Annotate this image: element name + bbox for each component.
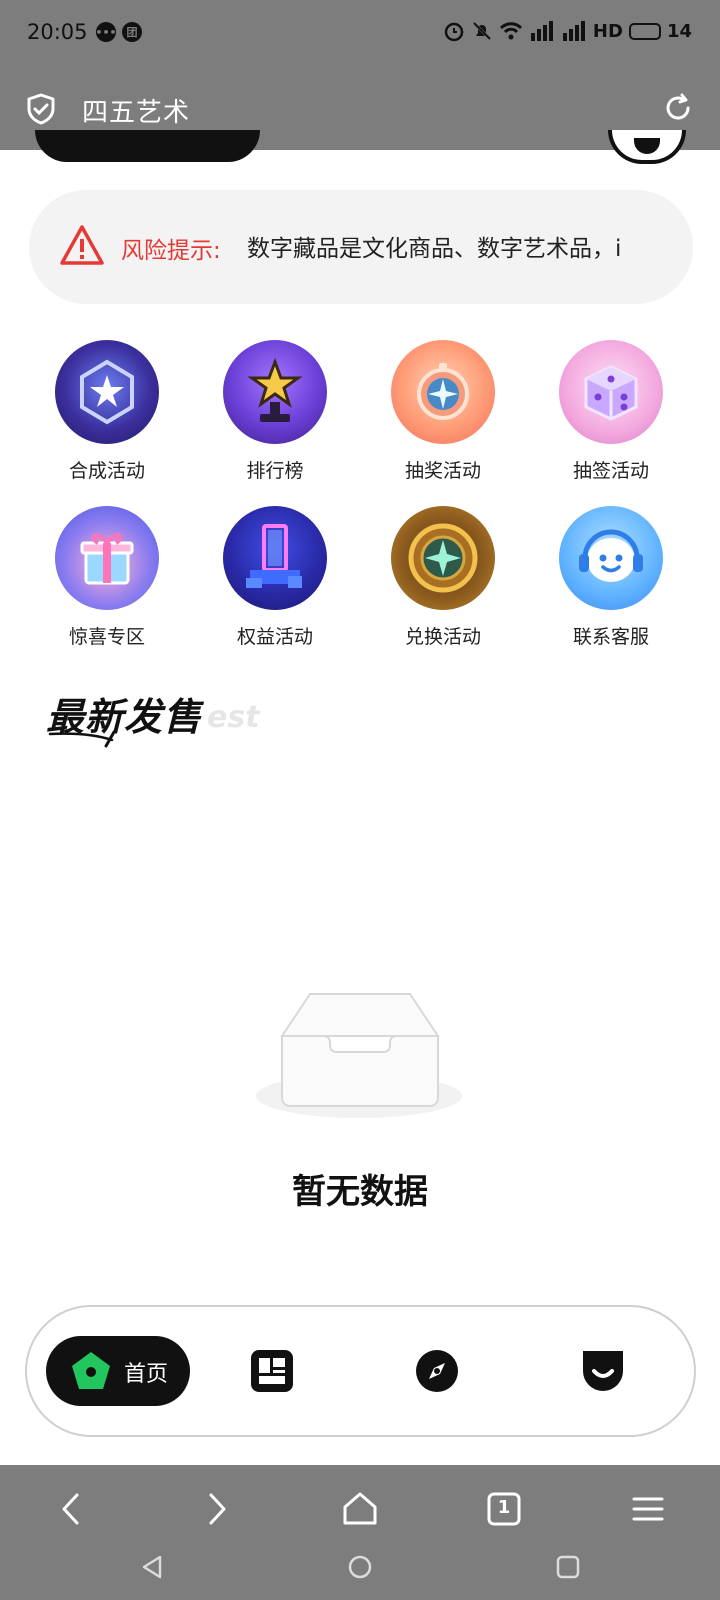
- tabs-button[interactable]: 1: [484, 1489, 524, 1529]
- risk-notice[interactable]: 风险提示: 数字藏品是文化商品、数字艺术品，i: [29, 190, 693, 304]
- quick-item-service[interactable]: 联系客服: [527, 506, 695, 652]
- back-icon[interactable]: [52, 1489, 92, 1529]
- quick-menu-grid: 合成活动 排行榜 抽奖活动 抽签活动 惊喜专区 权益活动 兑换活动 联系客服: [23, 340, 695, 652]
- browser-toolbar: 1: [0, 1465, 720, 1600]
- warning-icon: [60, 225, 104, 265]
- medal-icon: [391, 506, 495, 610]
- gift-icon: [55, 506, 159, 610]
- battery-level: 14: [666, 20, 692, 42]
- empty-state-text: 暂无数据: [292, 1172, 428, 1212]
- alarm-icon: [444, 22, 464, 42]
- status-bar: 20:05 ••• 团 HD 14: [0, 0, 720, 68]
- risk-label: 风险提示:: [121, 238, 221, 264]
- market-icon[interactable]: [250, 1349, 294, 1393]
- home-nav-icon[interactable]: [340, 1489, 380, 1529]
- quick-item-rights[interactable]: 权益活动: [191, 506, 359, 652]
- battery-icon: [628, 22, 661, 40]
- banner-edge: [608, 130, 686, 164]
- menu-icon[interactable]: [628, 1489, 668, 1529]
- shield-icon[interactable]: [24, 92, 58, 126]
- quick-item-label: 惊喜专区: [68, 626, 145, 648]
- forward-icon[interactable]: [196, 1489, 236, 1529]
- swoosh-decoration: [48, 730, 116, 748]
- app-icon: 团: [122, 22, 142, 42]
- portal-icon: [223, 506, 327, 610]
- bottom-nav: 首页: [25, 1305, 696, 1437]
- quick-item-lottery[interactable]: 抽奖活动: [359, 340, 527, 486]
- nav-home-button[interactable]: 首页: [46, 1336, 190, 1406]
- quick-item-label: 排行榜: [246, 460, 304, 482]
- empty-inbox-icon: [256, 993, 462, 1118]
- system-home-icon[interactable]: [346, 1553, 374, 1581]
- quick-item-label: 权益活动: [236, 626, 313, 648]
- quick-item-draw[interactable]: 抽签活动: [527, 340, 695, 486]
- profile-icon[interactable]: [581, 1349, 625, 1393]
- page-title: 四五艺术: [82, 98, 191, 128]
- quick-item-surprise[interactable]: 惊喜专区: [23, 506, 191, 652]
- system-recents-icon[interactable]: [554, 1553, 582, 1581]
- mute-icon: [472, 21, 491, 41]
- status-time: 20:05: [27, 20, 88, 44]
- signal-icon: [530, 21, 553, 41]
- system-back-icon[interactable]: [138, 1553, 166, 1581]
- quick-item-exchange[interactable]: 兑换活动: [359, 506, 527, 652]
- signal-icon: [562, 21, 585, 41]
- risk-marquee-text: 数字藏品是文化商品、数字艺术品，i: [247, 236, 622, 262]
- discover-icon[interactable]: [415, 1349, 459, 1393]
- tab-count: 1: [497, 1497, 511, 1518]
- wifi-icon: [499, 22, 522, 40]
- quick-item-label: 兑换活动: [404, 626, 481, 648]
- refresh-icon[interactable]: [662, 92, 694, 124]
- quick-item-label: 合成活动: [68, 460, 145, 482]
- synthesis-icon: [55, 340, 159, 444]
- quick-item-label: 联系客服: [572, 626, 649, 648]
- quick-item-label: 抽奖活动: [404, 460, 481, 482]
- quick-item-label: 抽签活动: [572, 460, 649, 482]
- dice-icon: [559, 340, 663, 444]
- section-subtitle: est: [207, 700, 260, 735]
- trophy-icon: [223, 340, 327, 444]
- headset-icon: [559, 506, 663, 610]
- nav-home-label: 首页: [124, 1362, 169, 1387]
- hd-icon: HD: [592, 20, 623, 42]
- quick-item-synthesis[interactable]: 合成活动: [23, 340, 191, 486]
- compass-icon: [391, 340, 495, 444]
- home-icon: [72, 1352, 110, 1389]
- quick-item-ranking[interactable]: 排行榜: [191, 340, 359, 486]
- message-icon: •••: [95, 22, 117, 42]
- banner-edge: [35, 130, 260, 162]
